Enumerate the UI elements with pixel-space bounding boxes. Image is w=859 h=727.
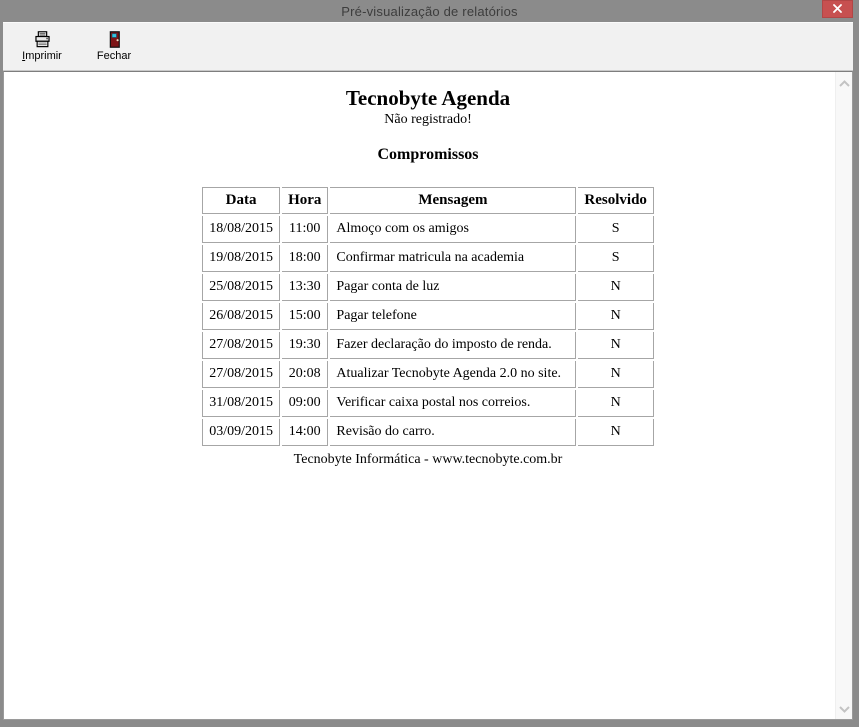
cell-time: 11:00 bbox=[282, 216, 328, 243]
cell-date: 03/09/2015 bbox=[202, 419, 280, 446]
cell-message: Pagar conta de luz bbox=[330, 274, 576, 301]
cell-date: 19/08/2015 bbox=[202, 245, 280, 272]
close-button[interactable] bbox=[822, 0, 853, 18]
column-header-resolved: Resolvido bbox=[578, 187, 654, 214]
table-row: 19/08/2015 18:00 Confirmar matricula na … bbox=[202, 245, 654, 272]
table-row: 03/09/2015 14:00 Revisão do carro. N bbox=[202, 419, 654, 446]
cell-resolved: N bbox=[578, 361, 654, 388]
appointments-table: Data Hora Mensagem Resolvido 18/08/2015 … bbox=[200, 185, 656, 448]
chevron-up-icon bbox=[839, 74, 850, 92]
table-row: 31/08/2015 09:00 Verificar caixa postal … bbox=[202, 390, 654, 417]
cell-time: 20:08 bbox=[282, 361, 328, 388]
cell-resolved: N bbox=[578, 274, 654, 301]
cell-time: 09:00 bbox=[282, 390, 328, 417]
table-header-row: Data Hora Mensagem Resolvido bbox=[202, 187, 654, 214]
cell-resolved: S bbox=[578, 245, 654, 272]
cell-message: Revisão do carro. bbox=[330, 419, 576, 446]
report-title: Tecnobyte Agenda bbox=[4, 85, 852, 111]
app-frame: Imprimir Fechar Tecnobyte Agenda Não reg… bbox=[3, 22, 853, 720]
cell-message: Pagar telefone bbox=[330, 303, 576, 330]
report-preview-pane: Tecnobyte Agenda Não registrado! Comprom… bbox=[3, 71, 853, 720]
cell-resolved: N bbox=[578, 332, 654, 359]
cell-time: 14:00 bbox=[282, 419, 328, 446]
cell-date: 27/08/2015 bbox=[202, 332, 280, 359]
cell-message: Confirmar matricula na academia bbox=[330, 245, 576, 272]
cell-date: 18/08/2015 bbox=[202, 216, 280, 243]
report: Tecnobyte Agenda Não registrado! Comprom… bbox=[4, 72, 852, 469]
scroll-down-button[interactable] bbox=[836, 700, 853, 717]
window-title: Pré-visualização de relatórios bbox=[341, 4, 518, 19]
cell-message: Fazer declaração do imposto de renda. bbox=[330, 332, 576, 359]
column-header-date: Data bbox=[202, 187, 280, 214]
vertical-scrollbar[interactable] bbox=[835, 72, 852, 719]
table-row: 25/08/2015 13:30 Pagar conta de luz N bbox=[202, 274, 654, 301]
cell-time: 19:30 bbox=[282, 332, 328, 359]
table-row: 27/08/2015 19:30 Fazer declaração do imp… bbox=[202, 332, 654, 359]
print-button[interactable]: Imprimir bbox=[13, 25, 71, 69]
printer-icon bbox=[33, 30, 52, 49]
chevron-down-icon bbox=[839, 700, 850, 718]
cell-time: 15:00 bbox=[282, 303, 328, 330]
table-row: 27/08/2015 20:08 Atualizar Tecnobyte Age… bbox=[202, 361, 654, 388]
report-footer: Tecnobyte Informática - www.tecnobyte.co… bbox=[4, 451, 852, 469]
cell-message: Verificar caixa postal nos correios. bbox=[330, 390, 576, 417]
cell-resolved: N bbox=[578, 390, 654, 417]
close-report-button[interactable]: Fechar bbox=[85, 25, 143, 69]
close-report-button-label: Fechar bbox=[97, 50, 131, 63]
scroll-up-button[interactable] bbox=[836, 74, 853, 91]
cell-date: 25/08/2015 bbox=[202, 274, 280, 301]
cell-message: Atualizar Tecnobyte Agenda 2.0 no site. bbox=[330, 361, 576, 388]
cell-message: Almoço com os amigos bbox=[330, 216, 576, 243]
cell-date: 27/08/2015 bbox=[202, 361, 280, 388]
report-section-title: Compromissos bbox=[4, 145, 852, 165]
cell-time: 18:00 bbox=[282, 245, 328, 272]
cell-date: 31/08/2015 bbox=[202, 390, 280, 417]
cell-resolved: N bbox=[578, 419, 654, 446]
cell-resolved: S bbox=[578, 216, 654, 243]
table-row: 18/08/2015 11:00 Almoço com os amigos S bbox=[202, 216, 654, 243]
column-header-time: Hora bbox=[282, 187, 328, 214]
report-subtitle: Não registrado! bbox=[4, 111, 852, 129]
column-header-message: Mensagem bbox=[330, 187, 576, 214]
cell-date: 26/08/2015 bbox=[202, 303, 280, 330]
cell-resolved: N bbox=[578, 303, 654, 330]
toolbar: Imprimir Fechar bbox=[3, 22, 853, 71]
table-row: 26/08/2015 15:00 Pagar telefone N bbox=[202, 303, 654, 330]
close-icon bbox=[833, 0, 842, 18]
cell-time: 13:30 bbox=[282, 274, 328, 301]
door-icon bbox=[105, 30, 124, 49]
print-button-label: Imprimir bbox=[22, 50, 62, 63]
titlebar: Pré-visualização de relatórios bbox=[0, 0, 859, 22]
